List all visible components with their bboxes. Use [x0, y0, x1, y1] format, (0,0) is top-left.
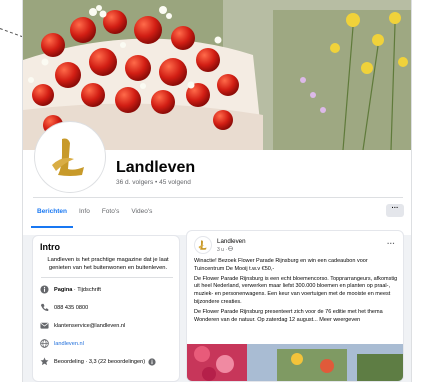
page-title: Landleven — [116, 159, 196, 176]
globe-icon — [228, 246, 234, 251]
info-row-rating: Beoordeling · 3,3 (22 beoordelingen) — [40, 356, 156, 367]
more-options-button[interactable]: ··· — [386, 204, 404, 217]
email-icon — [40, 322, 49, 329]
intro-description: Landleven is het prachtige magazine dat … — [47, 257, 169, 271]
page-avatar[interactable] — [35, 122, 105, 192]
tab-info[interactable]: Info — [73, 204, 96, 228]
phone-number: 088 435 0800 — [54, 304, 89, 311]
info-row-phone[interactable]: 088 435 0800 — [40, 302, 88, 313]
post-body: Winactie! Bezoek Flower Parade Rijnsburg… — [194, 258, 398, 326]
category-value: · Tijdschrift — [72, 286, 101, 293]
globe-icon — [40, 339, 49, 348]
post-paragraph: Winactie! Bezoek Flower Parade Rijnsburg… — [194, 258, 368, 272]
website-link[interactable]: landleven.nl — [54, 341, 84, 347]
page-tabs: Berichten Info Foto's Video's — [31, 204, 158, 230]
post-timestamp[interactable]: 3 u · — [217, 246, 234, 253]
info-row-email[interactable]: klantenservice@landleven.nl — [40, 320, 125, 331]
post-author-name[interactable]: Landleven — [217, 238, 246, 245]
post-paragraph: De Flower Parade Rijnsburg presenteert z… — [194, 308, 383, 323]
post-time-text: 3 u · — [217, 247, 229, 253]
follower-count: 36 d. volgers • 45 volgend — [116, 179, 191, 186]
star-icon — [40, 357, 49, 366]
post-paragraph: De Flower Parade Rijnsburg is een echt b… — [194, 275, 398, 305]
intro-divider — [41, 277, 173, 278]
header-divider — [33, 197, 403, 198]
info-row-website[interactable]: landleven.nl — [40, 338, 84, 349]
rating-info-icon[interactable] — [148, 357, 156, 366]
intro-card: Intro Landleven is het prachtige magazin… — [32, 235, 180, 382]
post-card: Landleven 3 u · ··· Winactie! Bezoek Flo… — [186, 230, 404, 382]
facebook-page: Landleven 36 d. volgers • 45 volgend Ber… — [22, 0, 412, 382]
info-icon — [40, 285, 49, 294]
tab-videos[interactable]: Video's — [125, 204, 158, 228]
intro-title: Intro — [40, 242, 60, 252]
landleven-logo-icon — [198, 240, 207, 250]
category-label: Pagina — [54, 286, 73, 293]
phone-icon — [40, 303, 49, 311]
flower-parade-photo — [187, 344, 403, 381]
info-row-category: Pagina · Tijdschrift — [40, 284, 101, 295]
post-author-avatar[interactable] — [194, 236, 212, 254]
post-options-button[interactable]: ··· — [387, 239, 395, 248]
email-address: klantenservice@landleven.nl — [54, 322, 126, 329]
landleven-logo-icon — [38, 125, 102, 189]
tab-fotos[interactable]: Foto's — [96, 204, 126, 228]
rating-text: Beoordeling · 3,3 (22 beoordelingen) — [54, 358, 146, 365]
screenshot-stage: Landleven 36 d. volgers • 45 volgend Ber… — [0, 0, 429, 382]
post-image[interactable] — [187, 344, 403, 381]
page-header: Landleven 36 d. volgers • 45 volgend Ber… — [23, 122, 411, 235]
tab-berichten[interactable]: Berichten — [31, 204, 73, 228]
